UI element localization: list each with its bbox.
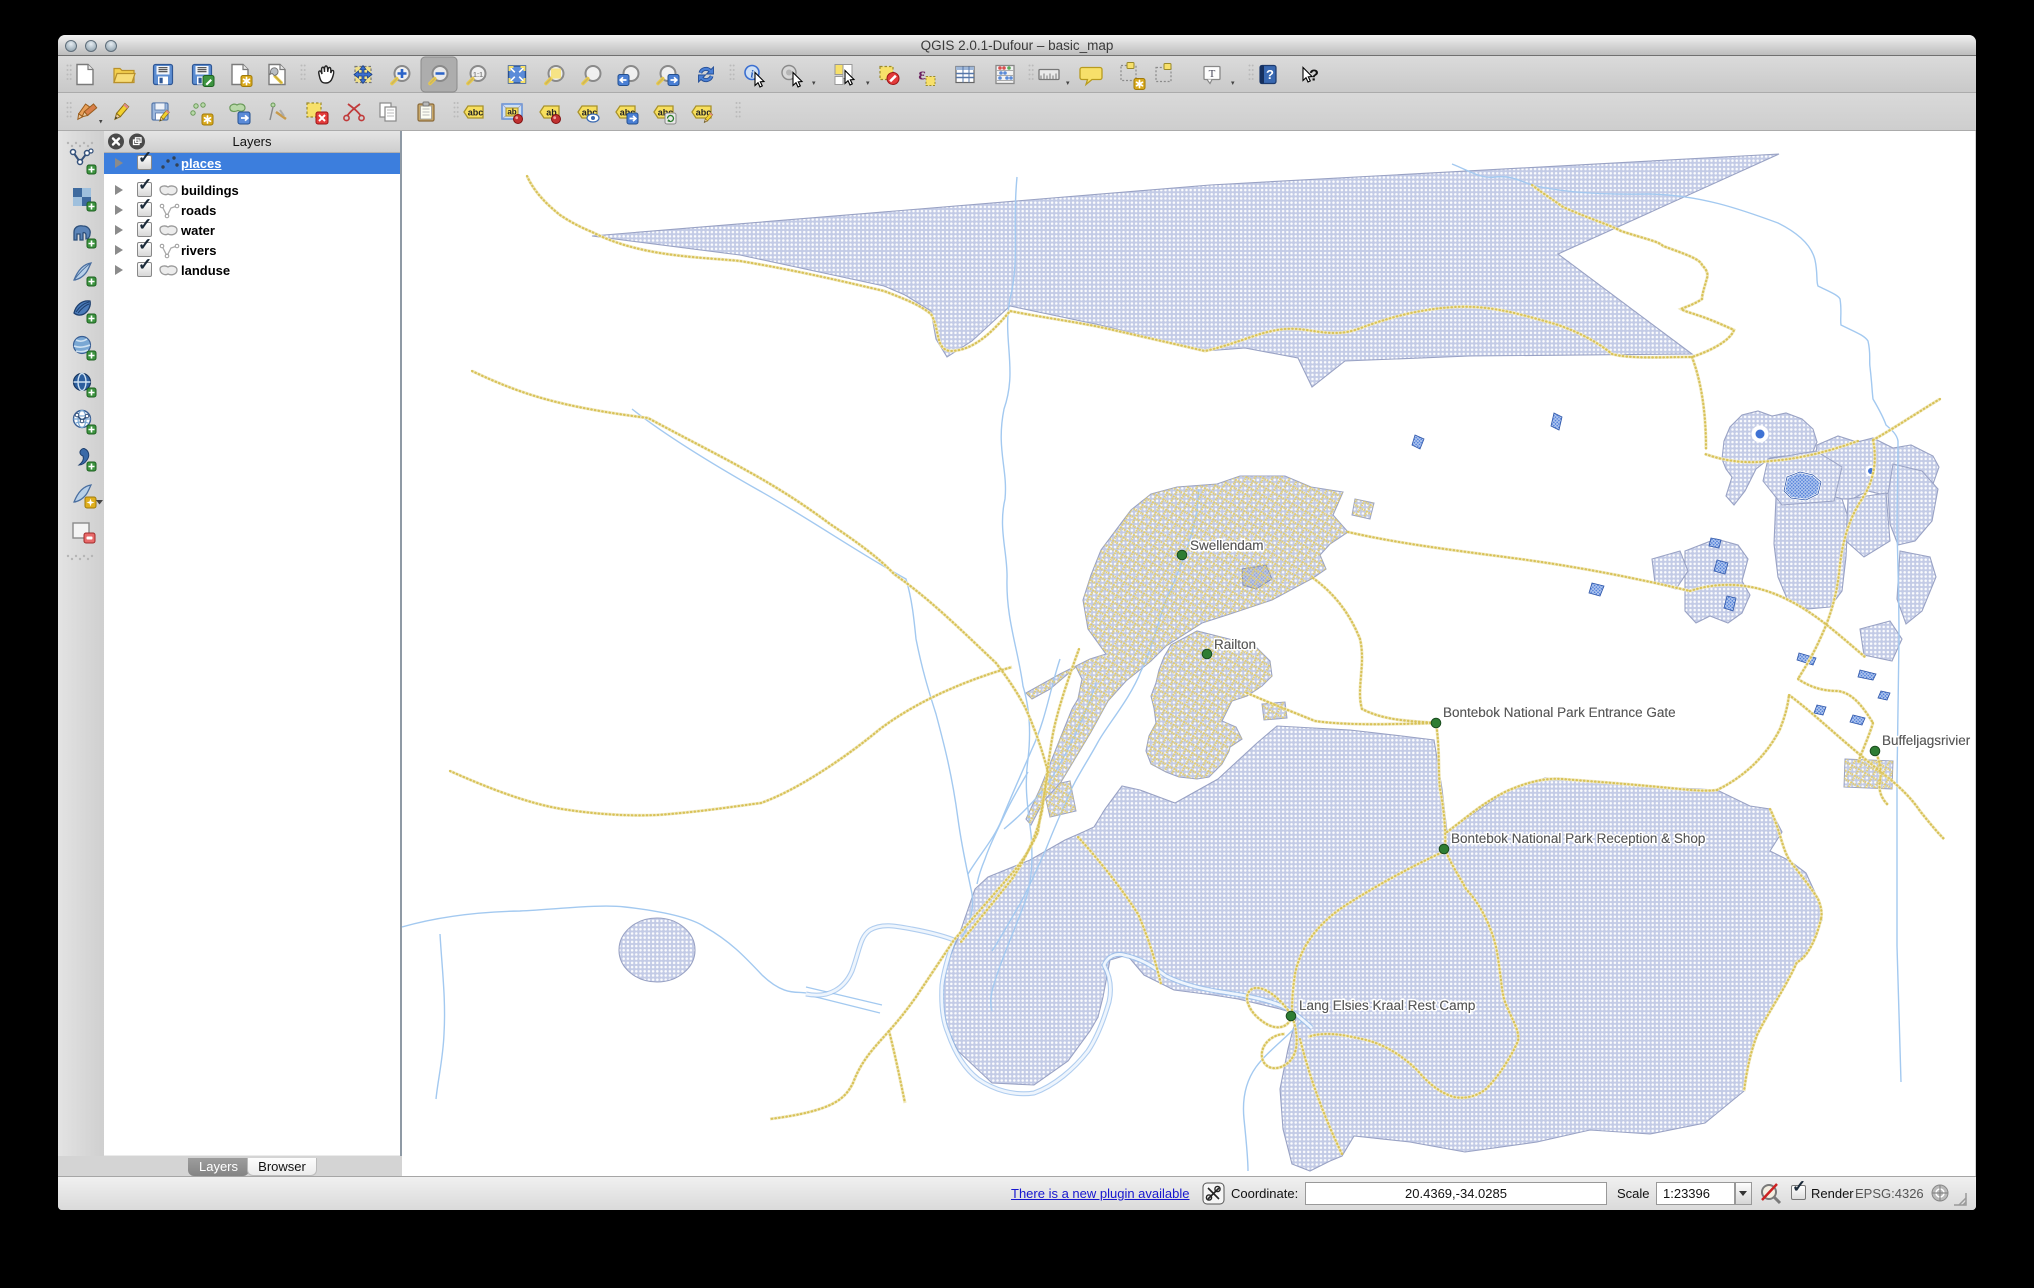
svg-text:Bontebok National Park Recepti: Bontebok National Park Reception & Shop	[1451, 831, 1705, 846]
svg-text:1:1: 1:1	[473, 72, 483, 79]
svg-text:?: ?	[1309, 68, 1319, 85]
svg-text:Railton: Railton	[1214, 637, 1256, 652]
svg-text:abc: abc	[468, 108, 484, 118]
svg-text:Swellendam: Swellendam	[1190, 538, 1264, 553]
svg-text:Buffeljagsrivier: Buffeljagsrivier	[1882, 733, 1971, 748]
svg-text:?: ?	[1266, 67, 1274, 82]
svg-text:T: T	[1209, 68, 1216, 80]
svg-text:Bontebok National Park Entranc: Bontebok National Park Entrance Gate	[1443, 705, 1676, 720]
svg-text:Lang Elsies Kraal Rest Camp: Lang Elsies Kraal Rest Camp	[1299, 998, 1475, 1013]
svg-text:ε: ε	[918, 65, 925, 84]
